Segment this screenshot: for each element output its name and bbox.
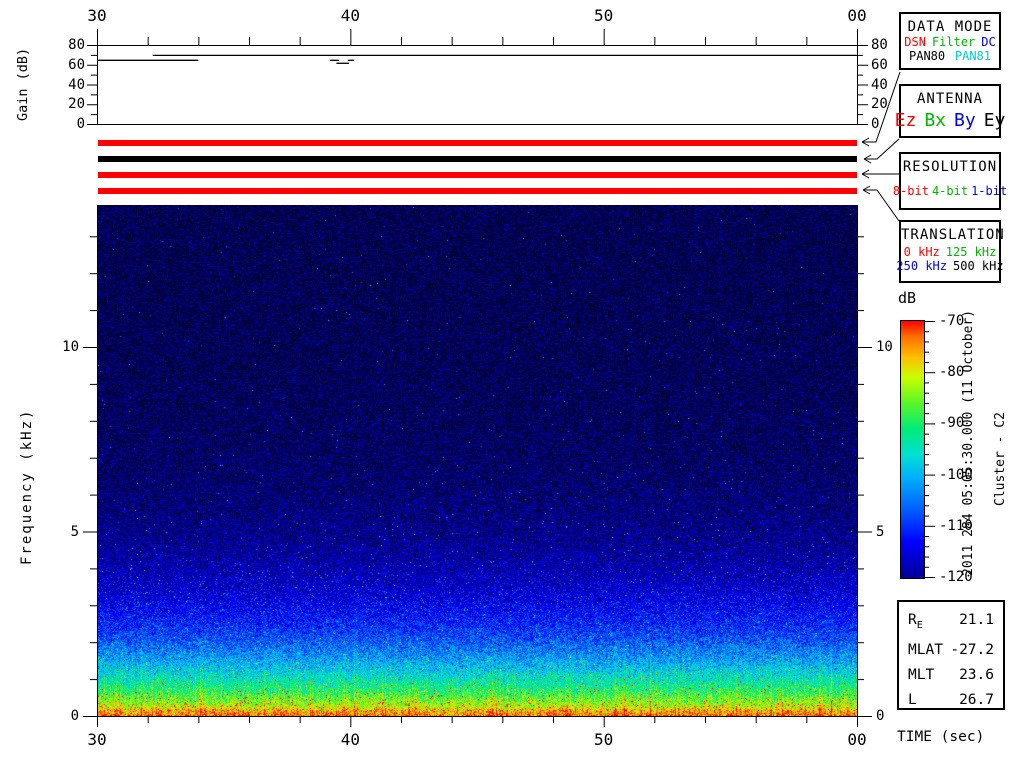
tick-label: -70 xyxy=(939,314,964,328)
resolution-4bit: 4-bit xyxy=(932,184,968,198)
ephemeris-label-mlt: MLT xyxy=(908,663,934,688)
time-axis-label: TIME (sec) xyxy=(897,729,984,745)
ephemeris-label-mlat: MLAT xyxy=(908,638,943,663)
tick-label: -120 xyxy=(939,570,973,584)
tick-label: -80 xyxy=(939,365,964,379)
resolution-box: RESOLUTION 8-bit 4-bit 1-bit xyxy=(899,152,1001,210)
ephemeris-label-l: L xyxy=(908,688,917,713)
tick-label: 30 xyxy=(87,732,106,748)
tick-label: 5 xyxy=(876,525,884,539)
antenna-bar xyxy=(98,156,857,162)
ephemeris-value-mlt: 23.6 xyxy=(959,663,994,688)
tick-label: 50 xyxy=(594,732,613,748)
tick-label: 10 xyxy=(62,340,79,354)
spacecraft-vertical-label: Cluster - C2 xyxy=(994,412,1007,506)
tick-label: 40 xyxy=(341,8,360,24)
tick-label: 60 xyxy=(68,58,85,72)
antenna-options-row: Ez Bx By Ey xyxy=(901,110,999,131)
colorbar-db-label: dB xyxy=(898,289,916,307)
ephemeris-value-l: 26.7 xyxy=(959,688,994,713)
data-mode-box: DATA MODE DSN Filter DC PAN80 PAN81 xyxy=(899,12,1001,70)
tick-label: 20 xyxy=(871,97,888,111)
tick-label: 30 xyxy=(87,8,106,24)
translation-500khz: 500 kHz xyxy=(953,259,1004,273)
tick-label: 20 xyxy=(68,97,85,111)
resolution-1bit: 1-bit xyxy=(971,184,1007,198)
tick-label: 40 xyxy=(68,78,85,92)
tick-label: -110 xyxy=(939,519,973,533)
data-mode-options-row2: PAN80 PAN81 xyxy=(901,49,999,63)
ephemeris-row-mlt: MLT 23.6 xyxy=(908,663,994,688)
tick-label: 5 xyxy=(71,525,79,539)
antenna-bx: Bx xyxy=(924,110,946,131)
data-mode-filter: Filter xyxy=(932,35,975,49)
antenna-by: By xyxy=(954,110,976,131)
translation-title: TRANSLATION xyxy=(901,222,999,243)
translation-250khz: 250 kHz xyxy=(896,259,947,273)
antenna-box: ANTENNA Ez Bx By Ey xyxy=(899,84,1001,138)
antenna-title: ANTENNA xyxy=(901,86,999,107)
data-mode-pan81: PAN81 xyxy=(955,49,991,63)
gain-y-axis-label: Gain (dB) xyxy=(17,48,31,121)
data-mode-pan80: PAN80 xyxy=(909,49,945,63)
tick-label: 50 xyxy=(594,8,613,24)
frequency-y-axis-label: Frequency (kHz) xyxy=(20,409,34,565)
data-mode-title: DATA MODE xyxy=(901,14,999,35)
tick-label: 40 xyxy=(341,732,360,748)
ephemeris-value-mlat: -27.2 xyxy=(950,638,994,663)
translation-0khz: 0 kHz xyxy=(904,245,940,259)
antenna-ey: Ey xyxy=(984,110,1006,131)
translation-options-row2: 250 kHz 500 kHz xyxy=(901,259,999,273)
ephemeris-value-re: 21.1 xyxy=(959,608,994,638)
tick-label: 0 xyxy=(876,709,884,723)
resolution-8bit: 8-bit xyxy=(893,184,929,198)
data-mode-bar xyxy=(98,140,857,146)
ephemeris-row-mlat: MLAT -27.2 xyxy=(908,638,994,663)
translation-options-row1: 0 kHz 125 kHz xyxy=(901,245,999,259)
tick-label: 0 xyxy=(71,709,79,723)
ephemeris-label-re: RE xyxy=(908,608,923,638)
ephemeris-row-re: RE 21.1 xyxy=(908,608,994,638)
data-mode-dsn: DSN xyxy=(904,35,926,49)
tick-label: 10 xyxy=(876,340,893,354)
timestamp-vertical-label: 2011 284 05:05:30.000 (11 October) xyxy=(962,310,975,576)
tick-label: 80 xyxy=(871,38,888,52)
tick-label: 80 xyxy=(68,38,85,52)
wbd-spectrogram-page: Gain (dB) Frequency (kHz) 2011 284 05:05… xyxy=(0,0,1024,768)
ephemeris-box: RE 21.1 MLAT -27.2 MLT 23.6 L 26.7 xyxy=(897,600,1005,710)
translation-125khz: 125 kHz xyxy=(946,245,997,259)
tick-label: 0 xyxy=(871,117,879,131)
translation-box: TRANSLATION 0 kHz 125 kHz 250 kHz 500 kH… xyxy=(899,220,1001,283)
data-mode-dc: DC xyxy=(981,35,995,49)
resolution-options-row: 8-bit 4-bit 1-bit xyxy=(901,184,999,198)
tick-label: 00 xyxy=(847,8,866,24)
tick-label: 40 xyxy=(871,78,888,92)
antenna-ez: Ez xyxy=(895,110,917,131)
translation-bar xyxy=(98,188,857,194)
data-mode-options-row1: DSN Filter DC xyxy=(901,35,999,49)
ephemeris-row-l: L 26.7 xyxy=(908,688,994,713)
tick-label: 00 xyxy=(847,732,866,748)
colorbar-gradient xyxy=(900,320,925,579)
resolution-bar xyxy=(98,172,857,178)
spectrogram-canvas xyxy=(97,205,857,716)
resolution-title: RESOLUTION xyxy=(901,154,999,175)
legend-connector-arrows xyxy=(862,72,900,221)
tick-label: 0 xyxy=(77,117,85,131)
tick-label: -90 xyxy=(939,416,964,430)
tick-label: 60 xyxy=(871,58,888,72)
tick-label: -100 xyxy=(939,468,973,482)
